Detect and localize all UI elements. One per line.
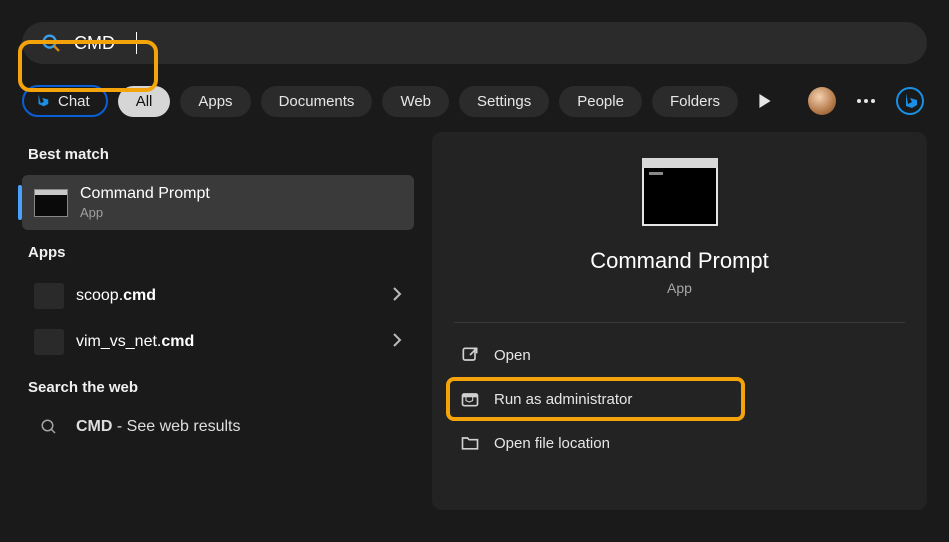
more-filters-play-icon[interactable] [748, 84, 782, 118]
open-icon [460, 345, 480, 365]
label-prefix: scoop. [76, 287, 123, 304]
file-thumb-icon [34, 283, 64, 309]
label-bold: cmd [161, 333, 194, 350]
search-web-heading: Search the web [28, 379, 414, 396]
open-file-location-label: Open file location [494, 435, 610, 452]
detail-title: Command Prompt [590, 248, 769, 274]
open-action[interactable]: Open [444, 333, 915, 377]
app-result-label: scoop.cmd [76, 287, 156, 305]
more-icon[interactable] [849, 84, 883, 118]
folders-pill[interactable]: Folders [652, 86, 738, 117]
all-pill-label: All [136, 93, 153, 110]
main-split: Best match Command Prompt App Apps scoop… [0, 118, 949, 510]
app-result-label: vim_vs_net.cmd [76, 333, 194, 351]
chevron-right-icon[interactable] [392, 287, 402, 306]
filter-row: Chat All Apps Documents Web Settings Peo… [0, 64, 949, 118]
text-caret [136, 32, 137, 54]
web-pill-label: Web [400, 93, 431, 110]
admin-shield-icon [460, 389, 480, 409]
label-bold: CMD [76, 418, 112, 435]
label-prefix: vim_vs_net. [76, 333, 161, 350]
folder-icon [460, 433, 480, 453]
result-title: Command Prompt [80, 185, 210, 203]
avatar-image [808, 87, 836, 115]
apps-pill-label: Apps [198, 93, 232, 110]
all-pill[interactable]: All [118, 86, 171, 117]
search-bar[interactable] [22, 22, 927, 64]
label-bold: cmd [123, 287, 156, 304]
detail-panel: Command Prompt App Open Run as administr… [432, 132, 927, 510]
search-icon [34, 418, 64, 436]
bing-chat-icon [34, 92, 52, 110]
apps-pill[interactable]: Apps [180, 86, 250, 117]
settings-pill[interactable]: Settings [459, 86, 549, 117]
best-match-heading: Best match [28, 146, 414, 163]
run-as-admin-label: Run as administrator [494, 391, 632, 408]
web-pill[interactable]: Web [382, 86, 449, 117]
web-result-label: CMD - See web results [76, 418, 241, 436]
settings-pill-label: Settings [477, 93, 531, 110]
run-as-admin-action[interactable]: Run as administrator [444, 377, 915, 421]
documents-pill-label: Documents [279, 93, 355, 110]
result-text: Command Prompt App [80, 185, 210, 220]
bing-icon[interactable] [893, 84, 927, 118]
documents-pill[interactable]: Documents [261, 86, 373, 117]
search-input[interactable] [74, 33, 909, 54]
command-prompt-large-icon [642, 158, 718, 226]
people-pill-label: People [577, 93, 624, 110]
results-column: Best match Command Prompt App Apps scoop… [22, 132, 432, 510]
open-action-label: Open [494, 347, 531, 364]
command-prompt-thumb-icon [34, 189, 68, 217]
app-result-scoop[interactable]: scoop.cmd [22, 273, 414, 319]
web-result[interactable]: CMD - See web results [22, 408, 414, 446]
apps-heading: Apps [28, 244, 414, 261]
result-subtitle: App [80, 205, 210, 220]
divider [454, 322, 905, 323]
label-suffix: - See web results [112, 418, 240, 435]
detail-subtitle: App [667, 280, 692, 296]
chat-pill-label: Chat [58, 93, 90, 110]
open-file-location-action[interactable]: Open file location [444, 421, 915, 465]
search-icon [40, 32, 62, 54]
file-thumb-icon [34, 329, 64, 355]
best-match-result[interactable]: Command Prompt App [22, 175, 414, 230]
chevron-right-icon[interactable] [392, 333, 402, 352]
people-pill[interactable]: People [559, 86, 642, 117]
chat-pill[interactable]: Chat [22, 85, 108, 117]
user-avatar[interactable] [805, 84, 839, 118]
app-result-vim[interactable]: vim_vs_net.cmd [22, 319, 414, 365]
folders-pill-label: Folders [670, 93, 720, 110]
